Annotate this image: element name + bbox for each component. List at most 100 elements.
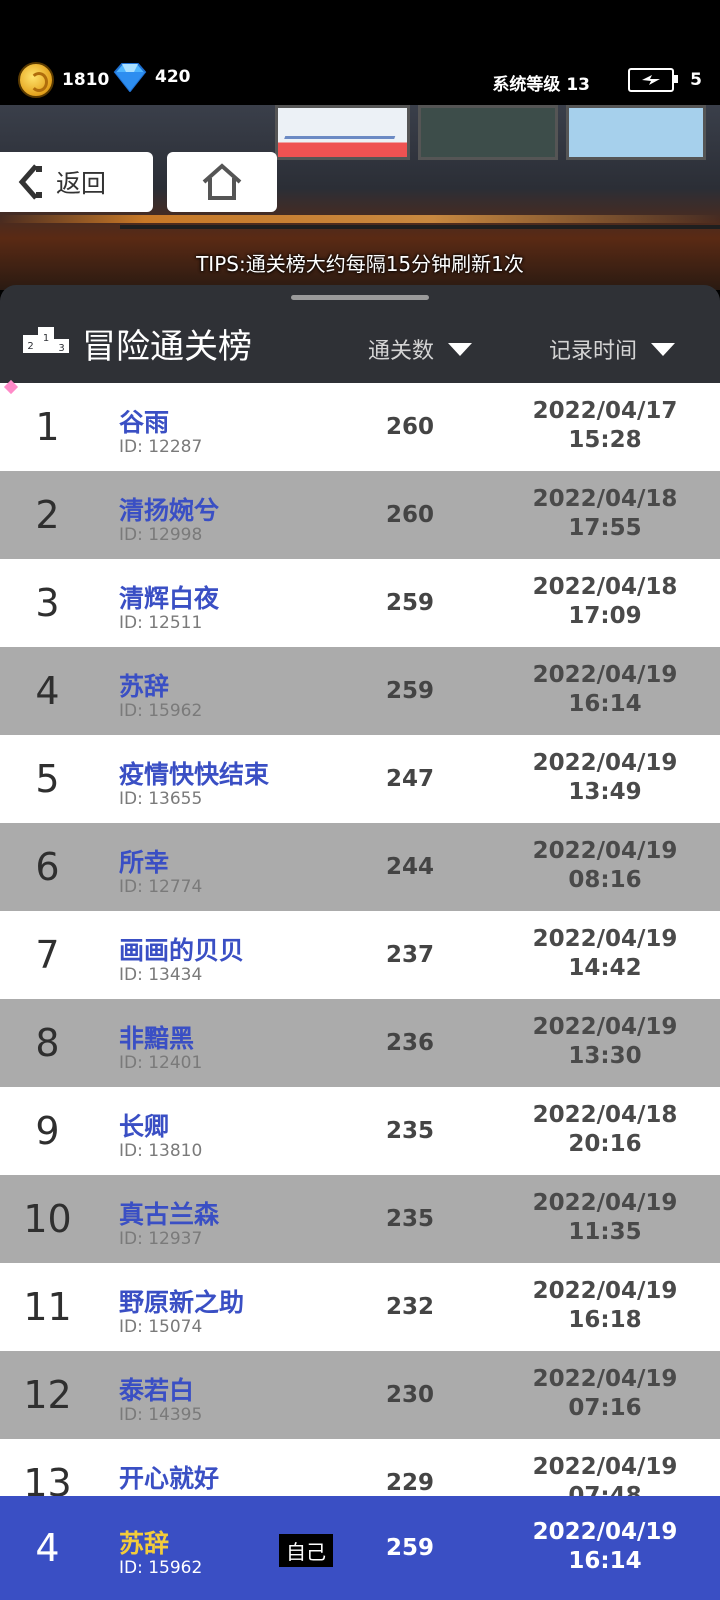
sort-clears-label: 通关数: [368, 339, 435, 364]
record-time: 2022/04/19 14:42: [510, 925, 700, 983]
leaderboard-row[interactable]: 10 真古兰森 ID: 12937 235 2022/04/19 11:35: [0, 1175, 720, 1263]
player-name: 清辉白夜: [119, 584, 220, 613]
rank-number: 2: [35, 493, 60, 537]
player-name: 泰若白: [119, 1376, 195, 1405]
record-date: 2022/04/19: [532, 662, 678, 688]
player-id: ID: 12511: [119, 613, 203, 633]
clear-count: 260: [385, 414, 434, 440]
triangle-down-icon: [448, 342, 473, 356]
record-time: 2022/04/17 15:28: [510, 397, 700, 455]
system-level: 系统等级 13: [492, 75, 590, 95]
record-clock: 16:14: [568, 691, 642, 717]
player-name: 疫情快快结束: [119, 760, 270, 789]
lightning-icon: [642, 75, 661, 85]
coin-amount: 1810: [62, 70, 110, 90]
record-time: 2022/04/19 08:16: [510, 837, 700, 895]
rank-number: 7: [35, 933, 60, 977]
record-date: 2022/04/19: [532, 1366, 678, 1392]
leaderboard-row[interactable]: 4 苏辞 ID: 15962 259 2022/04/19 16:14: [0, 647, 720, 735]
leaderboard-row[interactable]: 9 长卿 ID: 13810 235 2022/04/18 20:16: [0, 1087, 720, 1175]
clear-count: 259: [385, 678, 434, 704]
player-id: ID: 13810: [119, 1141, 203, 1161]
podium-icon: 1 2 3: [23, 327, 69, 354]
leaderboard-row[interactable]: 1 谷雨 ID: 12287 260 2022/04/17 15:28: [0, 383, 720, 471]
record-date: 2022/04/18: [532, 574, 678, 600]
clear-count: 230: [385, 1382, 434, 1408]
home-button[interactable]: [167, 152, 277, 212]
sort-by-clears[interactable]: 通关数: [368, 333, 473, 365]
svg-text:2: 2: [27, 341, 33, 352]
sort-by-time[interactable]: 记录时间: [549, 333, 676, 365]
gem-counter: 420: [113, 62, 191, 92]
drag-handle[interactable]: [291, 295, 429, 300]
player-id: ID: 12774: [119, 877, 203, 897]
clear-count: 247: [385, 766, 434, 792]
clear-count: 236: [385, 1030, 434, 1056]
record-date: 2022/04/17: [532, 398, 678, 424]
screen-decoration: [566, 105, 706, 160]
coin-icon: [18, 62, 54, 98]
player-name: 苏辞: [119, 672, 170, 701]
leaderboard-row[interactable]: 6 所幸 ID: 12774 244 2022/04/19 08:16: [0, 823, 720, 911]
record-date: 2022/04/19: [532, 926, 678, 952]
player-name: 画画的贝贝: [119, 936, 245, 965]
record-clock: 11:35: [568, 1219, 642, 1245]
rank-number: 5: [35, 757, 60, 801]
player-name: 非黯黑: [119, 1024, 195, 1053]
clear-count: 260: [385, 502, 434, 528]
svg-text:1: 1: [43, 333, 49, 344]
record-time: 2022/04/19 16:18: [510, 1277, 700, 1335]
player-name: 清扬婉兮: [119, 496, 220, 525]
leaderboard-list[interactable]: 1 谷雨 ID: 12287 260 2022/04/17 15:28 2 清扬婉兮 ID: 1…: [0, 383, 720, 1527]
light-strip: [0, 215, 720, 223]
record-date: 2022/04/19: [532, 1278, 678, 1304]
record-time: 2022/04/19 16:14: [510, 661, 700, 719]
battery-icon: [628, 68, 679, 92]
leaderboard-row[interactable]: 7 画画的贝贝 ID: 13434 237 2022/04/19 14:42: [0, 911, 720, 999]
player-name: 真古兰森: [119, 1200, 220, 1229]
record-time: 2022/04/19 07:16: [510, 1365, 700, 1423]
player-id: ID: 14395: [119, 1405, 203, 1425]
leaderboard-row[interactable]: 3 清辉白夜 ID: 12511 259 2022/04/18 17:09: [0, 559, 720, 647]
leaderboard-title: 冒险通关榜: [82, 327, 252, 367]
player-name: 谷雨: [119, 408, 170, 437]
record-time: 2022/04/19 16:14: [510, 1518, 700, 1576]
rank-number: 9: [35, 1109, 60, 1153]
back-label: 返回: [56, 169, 107, 198]
leaderboard-row[interactable]: 2 清扬婉兮 ID: 12998 260 2022/04/18 17:55: [0, 471, 720, 559]
leaderboard-row[interactable]: 12 泰若白 ID: 14395 230 2022/04/19 07:16: [0, 1351, 720, 1439]
leaderboard-panel: 1 2 3 冒险通关榜 通关数 记录时间 1 谷雨 ID: 12287 260 2022…: [0, 285, 720, 1600]
player-id: ID: 13655: [119, 789, 203, 809]
player-id: ID: 13434: [119, 965, 203, 985]
record-date: 2022/04/19: [532, 750, 678, 776]
rank-number: 4: [35, 669, 60, 713]
own-rank-row[interactable]: 4 苏辞 ID: 15962 自己 259 2022/04/19 16:14: [0, 1496, 720, 1600]
leaderboard-row[interactable]: 11 野原新之助 ID: 15074 232 2022/04/19 16:18: [0, 1263, 720, 1351]
player-name: 开心就好: [119, 1464, 220, 1493]
rank-number: 11: [23, 1285, 72, 1329]
chevron-left-icon: [18, 164, 42, 200]
record-clock: 16:18: [568, 1307, 642, 1333]
player-name: 长卿: [119, 1112, 170, 1141]
rank-number: 1: [35, 405, 60, 449]
record-date: 2022/04/19: [532, 1190, 678, 1216]
record-date: 2022/04/19: [532, 1519, 678, 1545]
player-name: 苏辞: [119, 1529, 170, 1558]
player-id: ID: 15962: [119, 701, 203, 721]
energy-amount: 5: [690, 70, 702, 90]
record-time: 2022/04/19 11:35: [510, 1189, 700, 1247]
record-time: 2022/04/19 13:49: [510, 749, 700, 807]
rank-number: 10: [23, 1197, 72, 1241]
energy-counter: 5: [628, 68, 702, 92]
record-time: 2022/04/18 17:09: [510, 573, 700, 631]
record-clock: 17:09: [568, 603, 642, 629]
back-button[interactable]: 返回: [0, 152, 153, 212]
clear-count: 235: [385, 1118, 434, 1144]
leaderboard-row[interactable]: 8 非黯黑 ID: 12401 236 2022/04/19 13:30: [0, 999, 720, 1087]
screen-decoration: [275, 105, 410, 160]
triangle-down-icon: [651, 342, 676, 356]
record-date: 2022/04/19: [532, 1454, 678, 1480]
leaderboard-row[interactable]: 5 疫情快快结束 ID: 13655 247 2022/04/19 13:49: [0, 735, 720, 823]
player-id: ID: 12998: [119, 525, 203, 545]
screen-decoration: [418, 105, 558, 160]
